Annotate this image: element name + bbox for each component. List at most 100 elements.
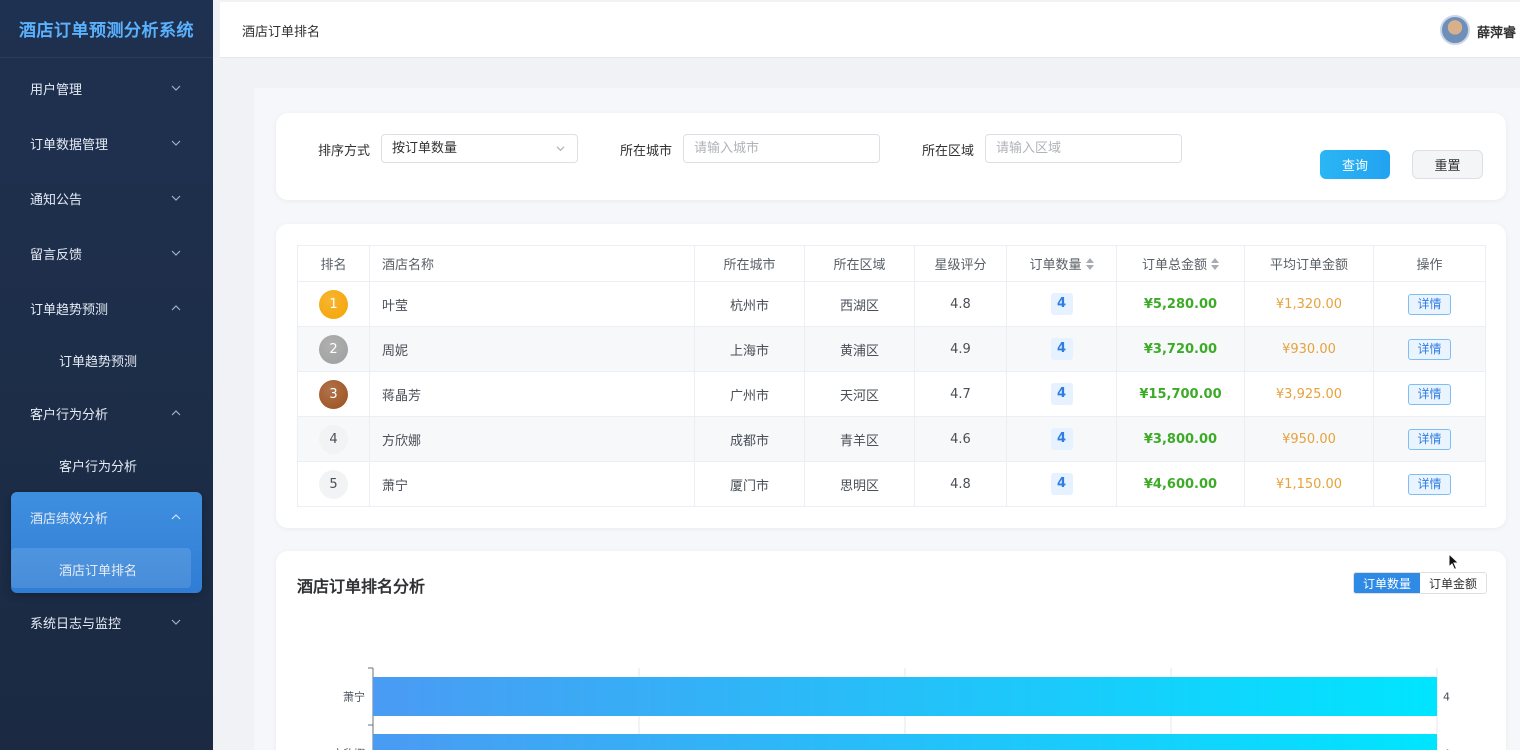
order-count-tag: 4: [1050, 338, 1073, 360]
menu-hotel-performance[interactable]: 酒店绩效分析: [0, 491, 213, 543]
submenu-customer-behavior[interactable]: 客户行为分析: [0, 441, 213, 489]
submenu-label: 订单趋势预测: [59, 354, 138, 370]
cell-order-count: 4: [1006, 461, 1117, 507]
avatar[interactable]: [1440, 15, 1470, 45]
table-row: 3 蒋晶芳 广州市 天河区 4.7 4 ¥15,700.00 ¥3,925.00…: [297, 371, 1486, 417]
cell-district: 思明区: [804, 461, 915, 507]
table-row: 4 方欣娜 成都市 青羊区 4.6 4 ¥3,800.00 ¥950.00 详情: [297, 416, 1486, 462]
ranking-table: 排名 酒店名称 所在城市 所在区域 星级评分 订单数量 订单总金额 平均订单金额…: [297, 245, 1486, 507]
cell-rating: 4.8: [914, 281, 1007, 327]
cell-city: 上海市: [694, 326, 805, 372]
col-rank: 排名: [297, 245, 370, 282]
query-button[interactable]: 查询: [1320, 150, 1390, 179]
chevron-down-icon: [171, 250, 181, 256]
cell-city: 杭州市: [694, 281, 805, 327]
detail-button[interactable]: 详情: [1408, 383, 1451, 405]
cell-order-count: 4: [1006, 416, 1117, 462]
menu-label: 系统日志与监控: [30, 616, 122, 632]
detail-button[interactable]: 详情: [1408, 473, 1451, 495]
cell-rating: 4.8: [914, 461, 1007, 507]
chevron-down-icon: [556, 146, 565, 152]
col-order-count[interactable]: 订单数量: [1006, 245, 1117, 282]
mouse-cursor-icon: [1448, 553, 1460, 571]
reset-button[interactable]: 重置: [1412, 150, 1483, 179]
rank-badge: 1: [319, 289, 348, 319]
cell-order-count: 4: [1006, 281, 1117, 327]
rank-badge: 3: [319, 379, 348, 409]
submenu-order-trend[interactable]: 订单趋势预测: [0, 336, 213, 384]
menu-label: 留言反馈: [30, 247, 83, 263]
menu-customer-behavior[interactable]: 客户行为分析: [0, 387, 213, 439]
cell-order-total: ¥3,800.00: [1116, 416, 1245, 462]
breadcrumb: 酒店订单排名: [242, 25, 321, 40]
toggle-order-amount[interactable]: 订单金额: [1420, 573, 1486, 593]
menu-label: 通知公告: [30, 192, 83, 208]
detail-button[interactable]: 详情: [1408, 428, 1451, 450]
chevron-down-icon: [171, 619, 181, 625]
chart-metric-toggle: 订单数量 订单金额: [1353, 572, 1487, 594]
cell-city: 成都市: [694, 416, 805, 462]
table-row: 5 萧宁 厦门市 思明区 4.8 4 ¥4,600.00 ¥1,150.00 详…: [297, 461, 1486, 507]
toggle-order-count[interactable]: 订单数量: [1354, 573, 1420, 593]
table-row: 1 叶莹 杭州市 西湖区 4.8 4 ¥5,280.00 ¥1,320.00 详…: [297, 281, 1486, 327]
col-order-total[interactable]: 订单总金额: [1116, 245, 1245, 282]
menu-label: 用户管理: [30, 82, 83, 98]
menu-label: 订单数据管理: [30, 137, 109, 153]
chart-panel: 酒店订单排名分析 订单数量 订单金额: [276, 551, 1506, 750]
menu-label: 订单趋势预测: [30, 302, 109, 318]
cell-hotel-name: 蒋晶芳: [369, 371, 695, 417]
col-hotel-name: 酒店名称: [369, 245, 695, 282]
menu-order-data[interactable]: 订单数据管理: [0, 117, 213, 169]
col-district: 所在区域: [804, 245, 915, 282]
cell-order-total: ¥3,720.00: [1116, 326, 1245, 372]
submenu-label: 酒店订单排名: [59, 563, 138, 579]
cell-hotel-name: 周妮: [369, 326, 695, 372]
cell-order-count: 4: [1006, 371, 1117, 417]
chevron-up-icon: [171, 305, 181, 311]
submenu-hotel-order-ranking[interactable]: 酒店订单排名: [0, 545, 213, 593]
menu-feedback[interactable]: 留言反馈: [0, 227, 213, 279]
detail-button[interactable]: 详情: [1408, 338, 1451, 360]
menu-label: 客户行为分析: [30, 407, 109, 423]
chevron-down-icon: [171, 195, 181, 201]
sort-icon[interactable]: [1085, 258, 1094, 270]
cell-action: 详情: [1373, 326, 1486, 372]
col-order-total-label: 订单总金额: [1141, 258, 1207, 273]
menu-user-management[interactable]: 用户管理: [0, 62, 213, 114]
menu-notice[interactable]: 通知公告: [0, 172, 213, 224]
cell-hotel-name: 萧宁: [369, 461, 695, 507]
menu-order-trend[interactable]: 订单趋势预测: [0, 282, 213, 334]
sort-icon[interactable]: [1211, 258, 1219, 270]
cell-avg-amount: ¥1,150.00: [1244, 461, 1374, 507]
app-title: 酒店订单预测分析系统: [0, 0, 213, 58]
cell-action: 详情: [1373, 461, 1486, 507]
cell-action: 详情: [1373, 416, 1486, 462]
sort-select-value: 按订单数量: [392, 141, 458, 156]
menu-system-log[interactable]: 系统日志与监控: [0, 596, 213, 648]
city-label: 所在城市: [620, 144, 673, 159]
cell-district: 西湖区: [804, 281, 915, 327]
cell-district: 青羊区: [804, 416, 915, 462]
cell-hotel-name: 方欣娜: [369, 416, 695, 462]
cell-rank: 3: [297, 371, 370, 417]
district-input[interactable]: 请输入区域: [985, 134, 1182, 163]
city-input[interactable]: 请输入城市: [683, 134, 880, 163]
table-header-row: 排名 酒店名称 所在城市 所在区域 星级评分 订单数量 订单总金额 平均订单金额…: [297, 245, 1486, 282]
cell-order-count: 4: [1006, 326, 1117, 372]
table-row: 2 周妮 上海市 黄浦区 4.9 4 ¥3,720.00 ¥930.00 详情: [297, 326, 1486, 372]
top-header: 酒店订单排名 薛萍睿: [220, 2, 1520, 58]
chart-title: 酒店订单排名分析: [297, 577, 426, 596]
username[interactable]: 薛萍睿: [1477, 22, 1516, 41]
sort-select[interactable]: 按订单数量: [381, 134, 578, 163]
cell-city: 厦门市: [694, 461, 805, 507]
cell-order-total: ¥15,700.00: [1116, 371, 1245, 417]
col-order-count-label: 订单数量: [1029, 258, 1082, 273]
chevron-up-icon: [171, 514, 181, 520]
ranking-table-panel: 排名 酒店名称 所在城市 所在区域 星级评分 订单数量 订单总金额 平均订单金额…: [276, 224, 1506, 528]
cell-action: 详情: [1373, 281, 1486, 327]
cell-rank: 5: [297, 461, 370, 507]
cell-avg-amount: ¥950.00: [1244, 416, 1374, 462]
cell-rating: 4.7: [914, 371, 1007, 417]
cell-avg-amount: ¥3,925.00: [1244, 371, 1374, 417]
detail-button[interactable]: 详情: [1408, 293, 1451, 315]
